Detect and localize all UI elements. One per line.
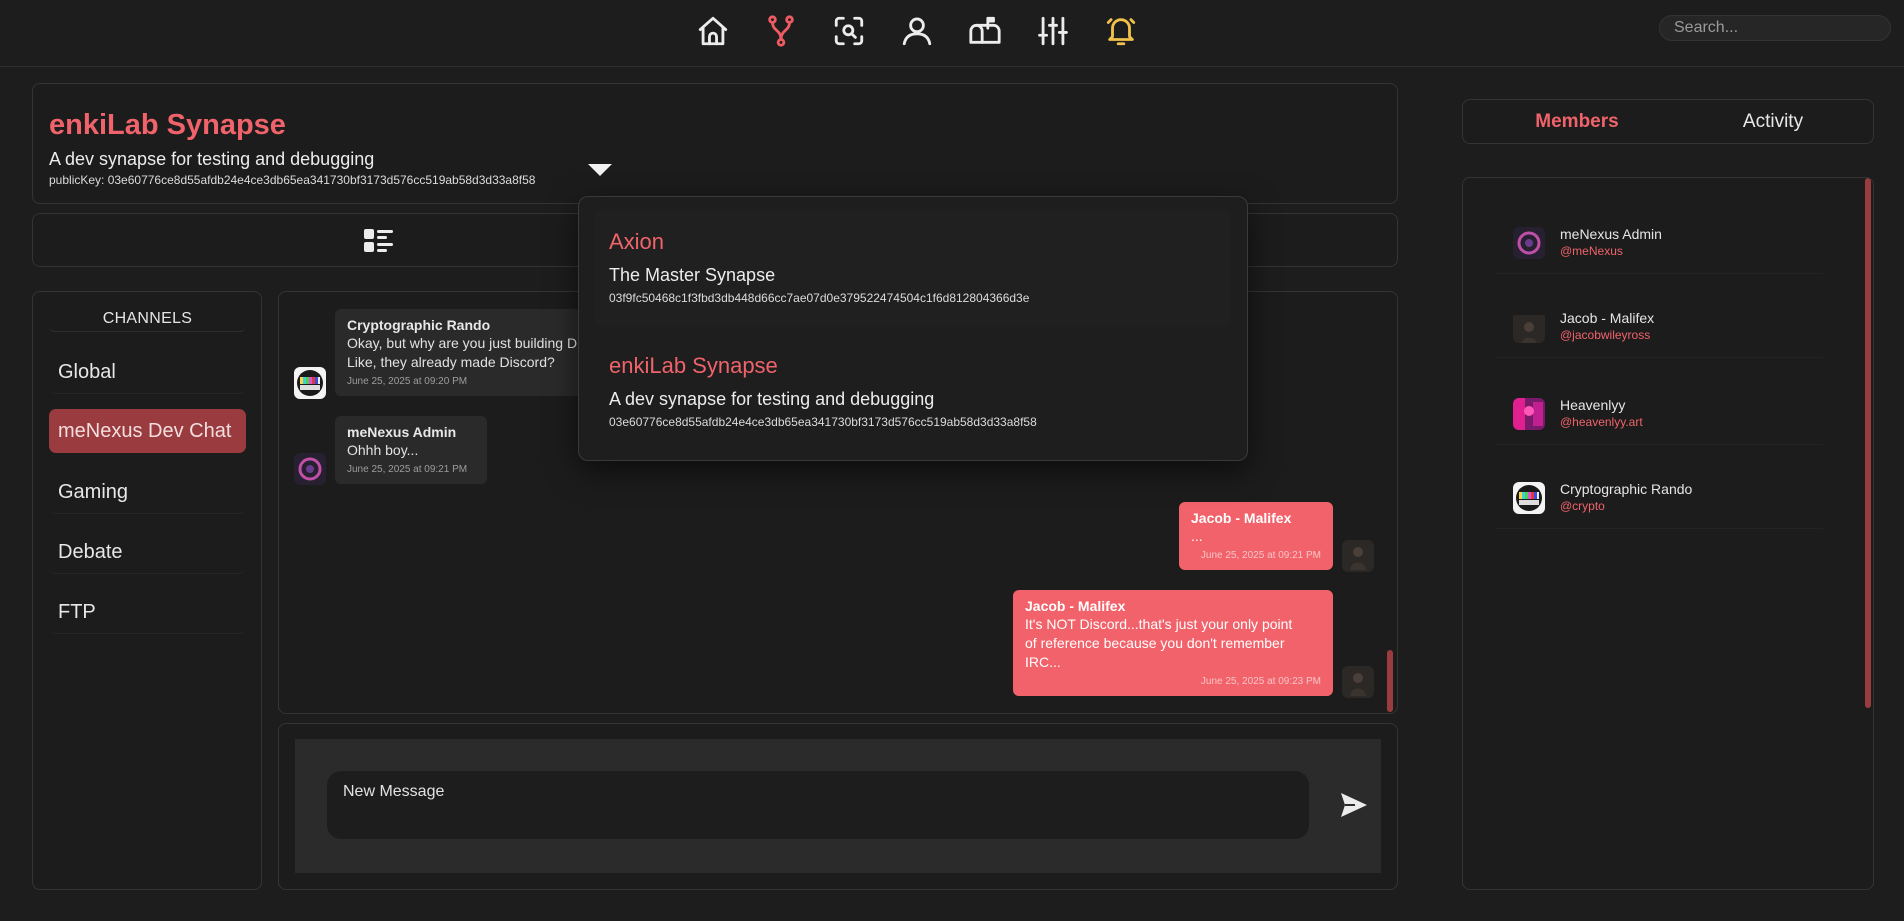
avatar [1513, 227, 1545, 259]
search-input[interactable] [1659, 15, 1891, 41]
synapse-dropdown-caret-icon[interactable] [588, 164, 612, 176]
avatar[interactable] [1342, 666, 1374, 698]
message-timestamp: June 25, 2025 at 09:21 PM [1200, 550, 1321, 561]
message-bubble: Jacob - Malifex It's NOT Discord...that'… [1013, 590, 1333, 696]
avatar [1513, 398, 1545, 430]
message-author: Jacob - Malifex [1191, 510, 1292, 526]
synapse-option-enkilab[interactable]: enkiLab Synapse A dev synapse for testin… [595, 333, 1231, 451]
synapse-header: enkiLab Synapse A dev synapse for testin… [32, 83, 1398, 204]
synapse-option-key: 03e60776ce8d55afdb24e4ce3db65ea341730bf3… [609, 415, 1037, 429]
avatar [1513, 482, 1545, 514]
scan-search-icon[interactable] [831, 13, 867, 49]
synapse-title: enkiLab Synapse [49, 109, 286, 141]
channel-gaming[interactable]: Gaming [49, 470, 246, 514]
synapse-public-key: publicKey: 03e60776ce8d55afdb24e4ce3db65… [49, 173, 536, 187]
message-composer [278, 723, 1398, 890]
bell-icon[interactable] [1103, 13, 1139, 49]
message-text: It's NOT Discord...that's just your only… [1025, 616, 1293, 632]
channel-global[interactable]: Global [49, 350, 246, 394]
channels-heading: CHANNELS [49, 308, 246, 332]
avatar [1513, 311, 1545, 343]
member-name: meNexus Admin [1560, 226, 1662, 242]
member-handle: @jacobwileyross [1560, 328, 1651, 342]
side-tabs: Members Activity [1462, 99, 1874, 144]
tab-members[interactable]: Members [1479, 100, 1675, 145]
message-timestamp: June 25, 2025 at 09:23 PM [1200, 676, 1321, 687]
channel-ftp[interactable]: FTP [49, 590, 246, 634]
mailbox-icon[interactable] [967, 13, 1003, 49]
composer-area [295, 739, 1381, 873]
message-text: ... [1191, 528, 1203, 544]
chat-scrollbar[interactable] [1387, 650, 1393, 712]
message-bubble: meNexus Admin Ohhh boy... June 25, 2025 … [335, 416, 487, 484]
profile-icon[interactable] [899, 13, 935, 49]
members-scrollbar[interactable] [1865, 178, 1871, 708]
list-view-icon[interactable] [363, 228, 395, 254]
member-item[interactable]: meNexus Admin @meNexus [1495, 212, 1823, 274]
member-handle: @meNexus [1560, 244, 1623, 258]
home-icon[interactable] [695, 13, 731, 49]
member-handle: @heavenlyy.art [1560, 415, 1643, 429]
channel-menexus-dev-chat[interactable]: meNexus Dev Chat [49, 409, 246, 453]
sliders-icon[interactable] [1035, 13, 1071, 49]
synapse-option-key: 03f9fc50468c1f3fbd3db448d66cc7ae07d0e379… [609, 291, 1030, 305]
members-panel: meNexus Admin @meNexus Jacob - Malifex @… [1462, 177, 1874, 890]
send-icon[interactable] [1339, 791, 1369, 819]
channel-debate[interactable]: Debate [49, 530, 246, 574]
message-text: Ohhh boy... [347, 442, 419, 458]
avatar[interactable] [294, 367, 326, 399]
member-item[interactable]: Heavenlyy @heavenlyy.art [1495, 383, 1823, 445]
avatar[interactable] [294, 453, 326, 485]
top-bar [0, 0, 1904, 67]
message-author: meNexus Admin [347, 424, 457, 440]
synapse-option-name: enkiLab Synapse [609, 353, 778, 378]
member-name: Heavenlyy [1560, 397, 1626, 413]
synapse-option-axion[interactable]: Axion The Master Synapse 03f9fc50468c1f3… [595, 209, 1231, 327]
synapse-menu: Axion The Master Synapse 03f9fc50468c1f3… [578, 196, 1248, 461]
member-item[interactable]: Cryptographic Rando @crypto [1495, 467, 1823, 529]
avatar[interactable] [1342, 540, 1374, 572]
message-input[interactable] [327, 771, 1309, 839]
fork-icon[interactable] [763, 13, 799, 49]
message-text: of reference because you don't remember [1025, 635, 1285, 651]
tab-activity[interactable]: Activity [1675, 100, 1871, 145]
message-author: Jacob - Malifex [1025, 598, 1126, 614]
synapse-option-description: A dev synapse for testing and debugging [609, 389, 935, 409]
synapse-option-description: The Master Synapse [609, 265, 776, 285]
synapse-option-name: Axion [609, 229, 665, 254]
member-handle: @crypto [1560, 499, 1605, 513]
member-name: Cryptographic Rando [1560, 481, 1693, 497]
member-name: Jacob - Malifex [1560, 310, 1655, 326]
message-bubble: Jacob - Malifex ... June 25, 2025 at 09:… [1179, 502, 1333, 570]
member-item[interactable]: Jacob - Malifex @jacobwileyross [1495, 296, 1823, 358]
message-timestamp: June 25, 2025 at 09:21 PM [347, 464, 468, 475]
message-text: IRC... [1025, 654, 1061, 670]
synapse-description: A dev synapse for testing and debugging [49, 149, 375, 169]
channels-panel: CHANNELS Global meNexus Dev Chat Gaming … [32, 291, 262, 890]
